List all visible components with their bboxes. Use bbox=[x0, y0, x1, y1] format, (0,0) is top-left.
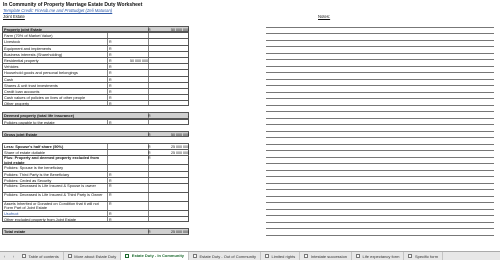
sheet-icon bbox=[22, 254, 26, 258]
cell-divider bbox=[148, 101, 149, 106]
tab-scroll-right-icon[interactable]: › bbox=[9, 254, 18, 259]
template-credit-link[interactable]: Template Credit: FinHub.me and ProBudget… bbox=[3, 8, 112, 13]
sheet-icon bbox=[356, 254, 361, 258]
cell-divider bbox=[148, 183, 149, 192]
currency-symbol: R bbox=[109, 102, 112, 107]
sheet-tab-label: Table of contents bbox=[28, 253, 59, 259]
sheet-tab-label: Limited rights bbox=[271, 253, 296, 259]
currency-symbol: R bbox=[109, 218, 112, 223]
cell-divider bbox=[107, 156, 108, 165]
row-label: Policies: Deceased is Life Insured & Spo… bbox=[4, 183, 96, 188]
table-row: Plus: Property and deemed property exclu… bbox=[2, 155, 189, 164]
sheet-tab[interactable]: Life expectancy form bbox=[352, 252, 405, 260]
worksheet: In Community of Property Marriage Estate… bbox=[0, 0, 500, 251]
table-row: Total estate R 25 000 000 bbox=[2, 228, 189, 235]
sheet-icon bbox=[67, 254, 72, 258]
table-row: Policies: Deceased is Life Insured & Thi… bbox=[2, 191, 189, 201]
table-row: Assets Inherited or Donated on Condition… bbox=[2, 200, 189, 210]
estate-table: Property joint Estate R 50 000 000 Farm (70… bbox=[2, 26, 189, 241]
table-row: Policies payable to the estate R bbox=[2, 118, 189, 125]
notes-label: Notes: bbox=[318, 14, 331, 19]
rows-total-group: Total estate R 25 000 000 bbox=[2, 228, 189, 235]
cell-divider bbox=[148, 201, 149, 210]
table-row: Gross joint Estate R 50 000 000 bbox=[2, 130, 189, 137]
cell-divider bbox=[107, 217, 108, 222]
row-label: Total estate bbox=[4, 229, 26, 235]
currency-symbol: R bbox=[109, 201, 112, 206]
tab-scroll-left-icon[interactable]: ‹ bbox=[0, 254, 9, 259]
sheet-icon bbox=[193, 254, 198, 258]
sheet-tabs: Table of contents More about Estate Duty E… bbox=[18, 252, 444, 260]
currency-symbol: R bbox=[109, 192, 112, 197]
amount-total-cell: 50 000 000 bbox=[171, 132, 189, 137]
row-label: Policies payable to the estate bbox=[4, 119, 55, 125]
cell-divider bbox=[148, 119, 149, 124]
sheet-tab[interactable]: Intestate succession bbox=[300, 252, 353, 260]
amount-total-cell: - bbox=[187, 156, 189, 161]
section-heading: Joint Estate bbox=[3, 14, 25, 19]
cell-divider bbox=[107, 192, 108, 201]
sheet-tab-label: Estate Duty - In Community bbox=[131, 253, 185, 258]
cell-divider bbox=[107, 183, 108, 192]
sheet-tab-label: Life expectancy form bbox=[362, 253, 400, 259]
notes-area[interactable] bbox=[266, 21, 494, 236]
sheet-icon bbox=[264, 254, 269, 258]
row-label: Other excluded property from Joint Estat… bbox=[4, 217, 77, 223]
sheet-tab[interactable]: Specific form bbox=[404, 252, 444, 260]
sheet-tab-label: Intestate succession bbox=[310, 253, 348, 259]
cell-divider bbox=[107, 201, 108, 210]
row-label: Gross joint Estate bbox=[4, 131, 38, 137]
currency-symbol: R bbox=[109, 120, 112, 125]
table-row: Other excluded property from Joint Estat… bbox=[2, 216, 189, 223]
cell-divider bbox=[148, 192, 149, 201]
sheet-icon bbox=[304, 254, 309, 258]
sheet-icon bbox=[408, 254, 413, 258]
cell-divider bbox=[107, 101, 108, 106]
table-row: Policies: Deceased is Life Insured & Spo… bbox=[2, 182, 189, 192]
currency-symbol: R bbox=[148, 156, 151, 161]
sheet-tab-label: Specific form bbox=[414, 253, 439, 259]
sheet-tab-label: Estate Duty - Out of Community bbox=[199, 253, 256, 259]
table-row: Other property R bbox=[2, 100, 189, 107]
sheet-tab[interactable]: Limited rights bbox=[261, 252, 301, 260]
cell-divider bbox=[107, 119, 108, 124]
sheet-tab-bar: ‹ › Table of contents More about Estate D… bbox=[0, 251, 500, 260]
currency-symbol: R bbox=[148, 230, 151, 235]
row-label: Other property bbox=[4, 101, 30, 107]
sheet-tab[interactable]: Estate Duty - In Community bbox=[121, 252, 190, 260]
rows-top-group: Property joint Estate R 50 000 000 Farm (70… bbox=[2, 26, 189, 107]
sheet-tab-label: More about Estate Duty bbox=[74, 253, 117, 259]
rows-less-group: Less: Spouse's half share (50%) R 25 000 0… bbox=[2, 143, 189, 223]
amount-total-cell: 25 000 000 bbox=[171, 230, 189, 235]
sheet-tab[interactable]: More about Estate Duty bbox=[64, 252, 122, 260]
rows-gross-group: Gross joint Estate R 50 000 000 bbox=[2, 130, 189, 137]
sheet-tab[interactable]: Estate Duty - Out of Community bbox=[189, 252, 261, 260]
sheet-tab[interactable]: Table of contents bbox=[18, 252, 64, 260]
sheet-icon bbox=[125, 253, 130, 258]
cell-divider bbox=[148, 217, 149, 222]
currency-symbol: R bbox=[109, 183, 112, 188]
row-label: Policies: Deceased is Life Insured & Thi… bbox=[4, 192, 103, 197]
notes-line[interactable] bbox=[266, 229, 494, 236]
rows-deemed-group: Deemed property (total life insurance) R -… bbox=[2, 112, 189, 125]
currency-symbol: R bbox=[148, 132, 151, 137]
